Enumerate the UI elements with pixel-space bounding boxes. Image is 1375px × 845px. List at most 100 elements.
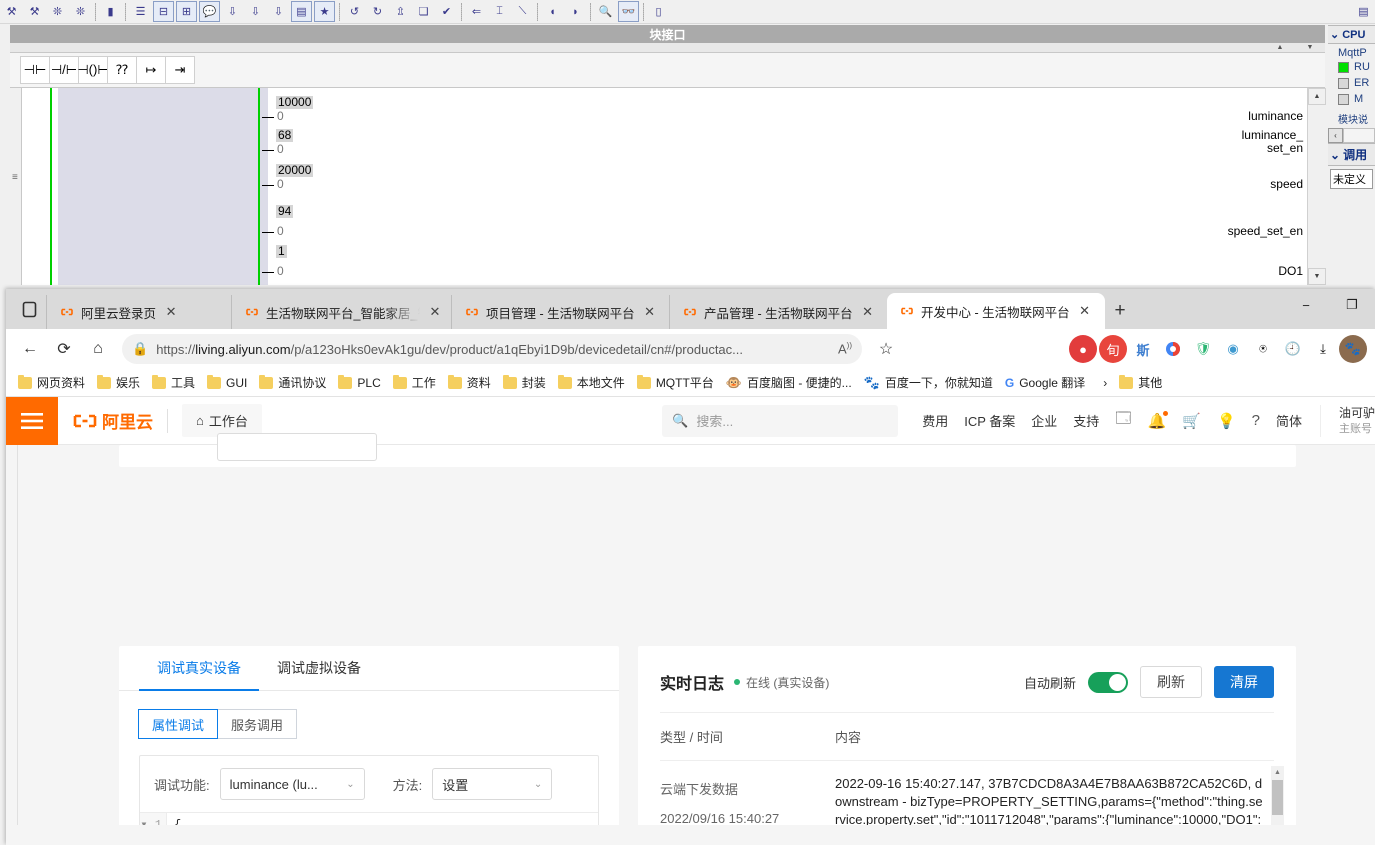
return-icon[interactable]: ⇥ [165, 56, 195, 84]
cross-ref-icon[interactable]: ⚒ [1, 1, 22, 22]
undo-circle-icon[interactable]: ↺ [344, 1, 365, 22]
bookmark-item[interactable]: 🐵百度脑图 - 便捷的... [720, 371, 858, 394]
shield-check-icon[interactable]: 🛡 [1189, 335, 1217, 363]
bookmark-item[interactable]: GGoogle 翻译 [999, 371, 1091, 394]
memory-icon[interactable]: ▮ [100, 1, 121, 22]
plc-undefined-field[interactable]: 未定义 [1330, 169, 1373, 189]
contact-nc-icon[interactable]: ⊣/⊢ [49, 56, 79, 84]
bookmark-item[interactable]: MQTT平台 [631, 371, 720, 394]
bookmark-item[interactable]: 资料 [442, 371, 497, 394]
lock-memory-icon[interactable]: ▯ [648, 1, 669, 22]
auto-refresh-toggle[interactable] [1088, 672, 1128, 693]
contact-no-icon[interactable]: ⊣⊢ [20, 56, 50, 84]
list-line-icon[interactable]: ⌶ [489, 1, 510, 22]
goto-icon[interactable]: ⇐ [466, 1, 487, 22]
search-monitor-icon[interactable]: 🔍 [595, 1, 616, 22]
nav-item-fee[interactable]: 费用 [922, 411, 948, 430]
window-list-icon[interactable]: ▤ [1353, 1, 1374, 22]
star-add-icon[interactable]: ☆ [870, 333, 902, 365]
aliyun-logo[interactable]: 阿里云 [58, 408, 167, 433]
split-horizontal-icon[interactable]: ⊟ [153, 1, 174, 22]
bookmark-item[interactable]: 工具 [146, 371, 201, 394]
browser-tab[interactable]: 项目管理 - 生活物联网平台 ✕ [451, 295, 669, 329]
collections-icon[interactable]: ⍟ [1249, 335, 1277, 363]
reload-icon[interactable]: ⟳ [48, 333, 80, 365]
app-icon[interactable]: 🗔 [1115, 408, 1131, 433]
bookmark-item[interactable]: 本地文件 [552, 371, 631, 394]
segment-service-invoke[interactable]: 服务调用 [217, 709, 297, 739]
maximize-button[interactable]: ❐ [1329, 289, 1375, 321]
extension-icon-2[interactable]: 旬 [1099, 335, 1127, 363]
list-icon[interactable]: ☰ [130, 1, 151, 22]
plc-scroll-down-icon[interactable]: ▼ [1295, 44, 1325, 51]
tab-debug-real-device[interactable]: 调试真实设备 [139, 646, 259, 690]
plc-scroll-up-icon[interactable]: ▲ [1265, 44, 1295, 51]
downloads-icon[interactable]: ⤓ [1309, 335, 1337, 363]
tab-close-icon[interactable]: ✕ [1077, 303, 1093, 319]
tab-close-icon[interactable]: ✕ [860, 304, 876, 320]
user-account[interactable]: 油可驴 主账号 [1320, 405, 1375, 437]
favorite-block-icon[interactable]: ★ [314, 1, 335, 22]
step-forward-icon[interactable]: ◗ [565, 1, 586, 22]
upload-block-icon[interactable]: ⇫ [390, 1, 411, 22]
bookmarks-overflow-chevron-icon[interactable]: › [1097, 373, 1113, 393]
bookmark-item[interactable]: GUI [201, 373, 253, 393]
compile-icon[interactable]: ❊ [47, 1, 68, 22]
split-vertical-icon[interactable]: ⊞ [176, 1, 197, 22]
step-back-icon[interactable]: ◖ [542, 1, 563, 22]
idea-icon[interactable]: 💡 [1217, 412, 1236, 430]
bell-icon[interactable]: 🔔 [1148, 412, 1167, 430]
compile-all-icon[interactable]: ❊ [70, 1, 91, 22]
plc-horizontal-scrollbar[interactable]: ‹ [1328, 128, 1375, 143]
extension-icon-4[interactable] [1159, 335, 1187, 363]
extension-icon-3[interactable]: 斯 [1129, 335, 1157, 363]
cart-icon[interactable]: 🛒 [1182, 412, 1201, 430]
bookmark-item[interactable]: 其他 [1113, 371, 1168, 394]
browser-tab[interactable]: 阿里云登录页 ✕ [46, 295, 231, 329]
debug-function-select[interactable]: luminance (lu... ⌄ [220, 768, 365, 800]
help-icon[interactable]: ? [1252, 412, 1260, 429]
bookmark-item[interactable]: 通讯协议 [253, 371, 332, 394]
tab-close-icon[interactable]: ✕ [427, 304, 443, 320]
bookmark-item[interactable]: 🐾百度一下，你就知道 [858, 371, 999, 394]
bookmark-item[interactable]: 娱乐 [91, 371, 146, 394]
bookmark-item[interactable]: 网页资料 [12, 371, 91, 394]
redo-cancel-icon[interactable]: ↻ [367, 1, 388, 22]
align-icon[interactable]: ▤ [291, 1, 312, 22]
bookmark-item[interactable]: 封装 [497, 371, 552, 394]
nav-item-enterprise[interactable]: 企业 [1031, 411, 1057, 430]
tab-debug-virtual-device[interactable]: 调试虚拟设备 [259, 646, 379, 690]
tab-close-icon[interactable]: ✕ [163, 304, 179, 320]
menu-burger-icon[interactable] [6, 397, 58, 445]
browser-tab[interactable]: 产品管理 - 生活物联网平台 ✕ [669, 295, 887, 329]
plc-scroll-down-arrow-icon[interactable]: ▼ [1308, 268, 1326, 285]
back-arrow-icon[interactable]: ← [14, 333, 46, 365]
glasses-monitor-icon[interactable]: 👓 [618, 1, 639, 22]
clear-screen-button[interactable]: 清屏 [1214, 666, 1274, 698]
chevron-down-icon[interactable]: ⌄ [1330, 148, 1340, 162]
jump-icon[interactable]: ↦ [136, 56, 166, 84]
comment-icon[interactable]: 💬 [199, 1, 220, 22]
top-card-field[interactable] [217, 433, 377, 461]
extension-icon-1[interactable]: ● [1069, 335, 1097, 363]
plc-scroll-up-arrow-icon[interactable]: ▲ [1308, 88, 1326, 105]
minimize-button[interactable]: − [1283, 289, 1329, 321]
browser-tab[interactable]: 生活物联网平台_智能家居_智能 ✕ [231, 295, 451, 329]
block-download-icon[interactable]: ⇩ [222, 1, 243, 22]
global-search-box[interactable]: 🔍 搜索... [662, 405, 898, 437]
cross-ref-delete-icon[interactable]: ⚒ [24, 1, 45, 22]
language-switch[interactable]: 简体 [1276, 411, 1302, 430]
empty-box-icon[interactable]: ⁇ [107, 56, 137, 84]
bookmark-item[interactable]: PLC [332, 373, 386, 393]
plc-function-block-body[interactable] [58, 88, 268, 285]
coil-icon[interactable]: ⊣()⊢ [78, 56, 108, 84]
check-block-icon[interactable]: ✔ [436, 1, 457, 22]
plc-cpu-section-header[interactable]: ⌄ CPU [1328, 25, 1375, 44]
refresh-button[interactable]: 刷新 [1140, 666, 1202, 698]
bookmark-item[interactable]: 工作 [387, 371, 442, 394]
browser-tab-active[interactable]: 开发中心 - 生活物联网平台 ✕ [887, 293, 1105, 329]
scroll-up-arrow-icon[interactable]: ▲ [1271, 766, 1284, 779]
address-bar[interactable]: 🔒 https://living.aliyun.com/p/a123oHks0e… [122, 334, 862, 364]
chevron-down-icon[interactable]: ⌄ [1330, 28, 1339, 41]
nav-item-support[interactable]: 支持 [1073, 411, 1099, 430]
